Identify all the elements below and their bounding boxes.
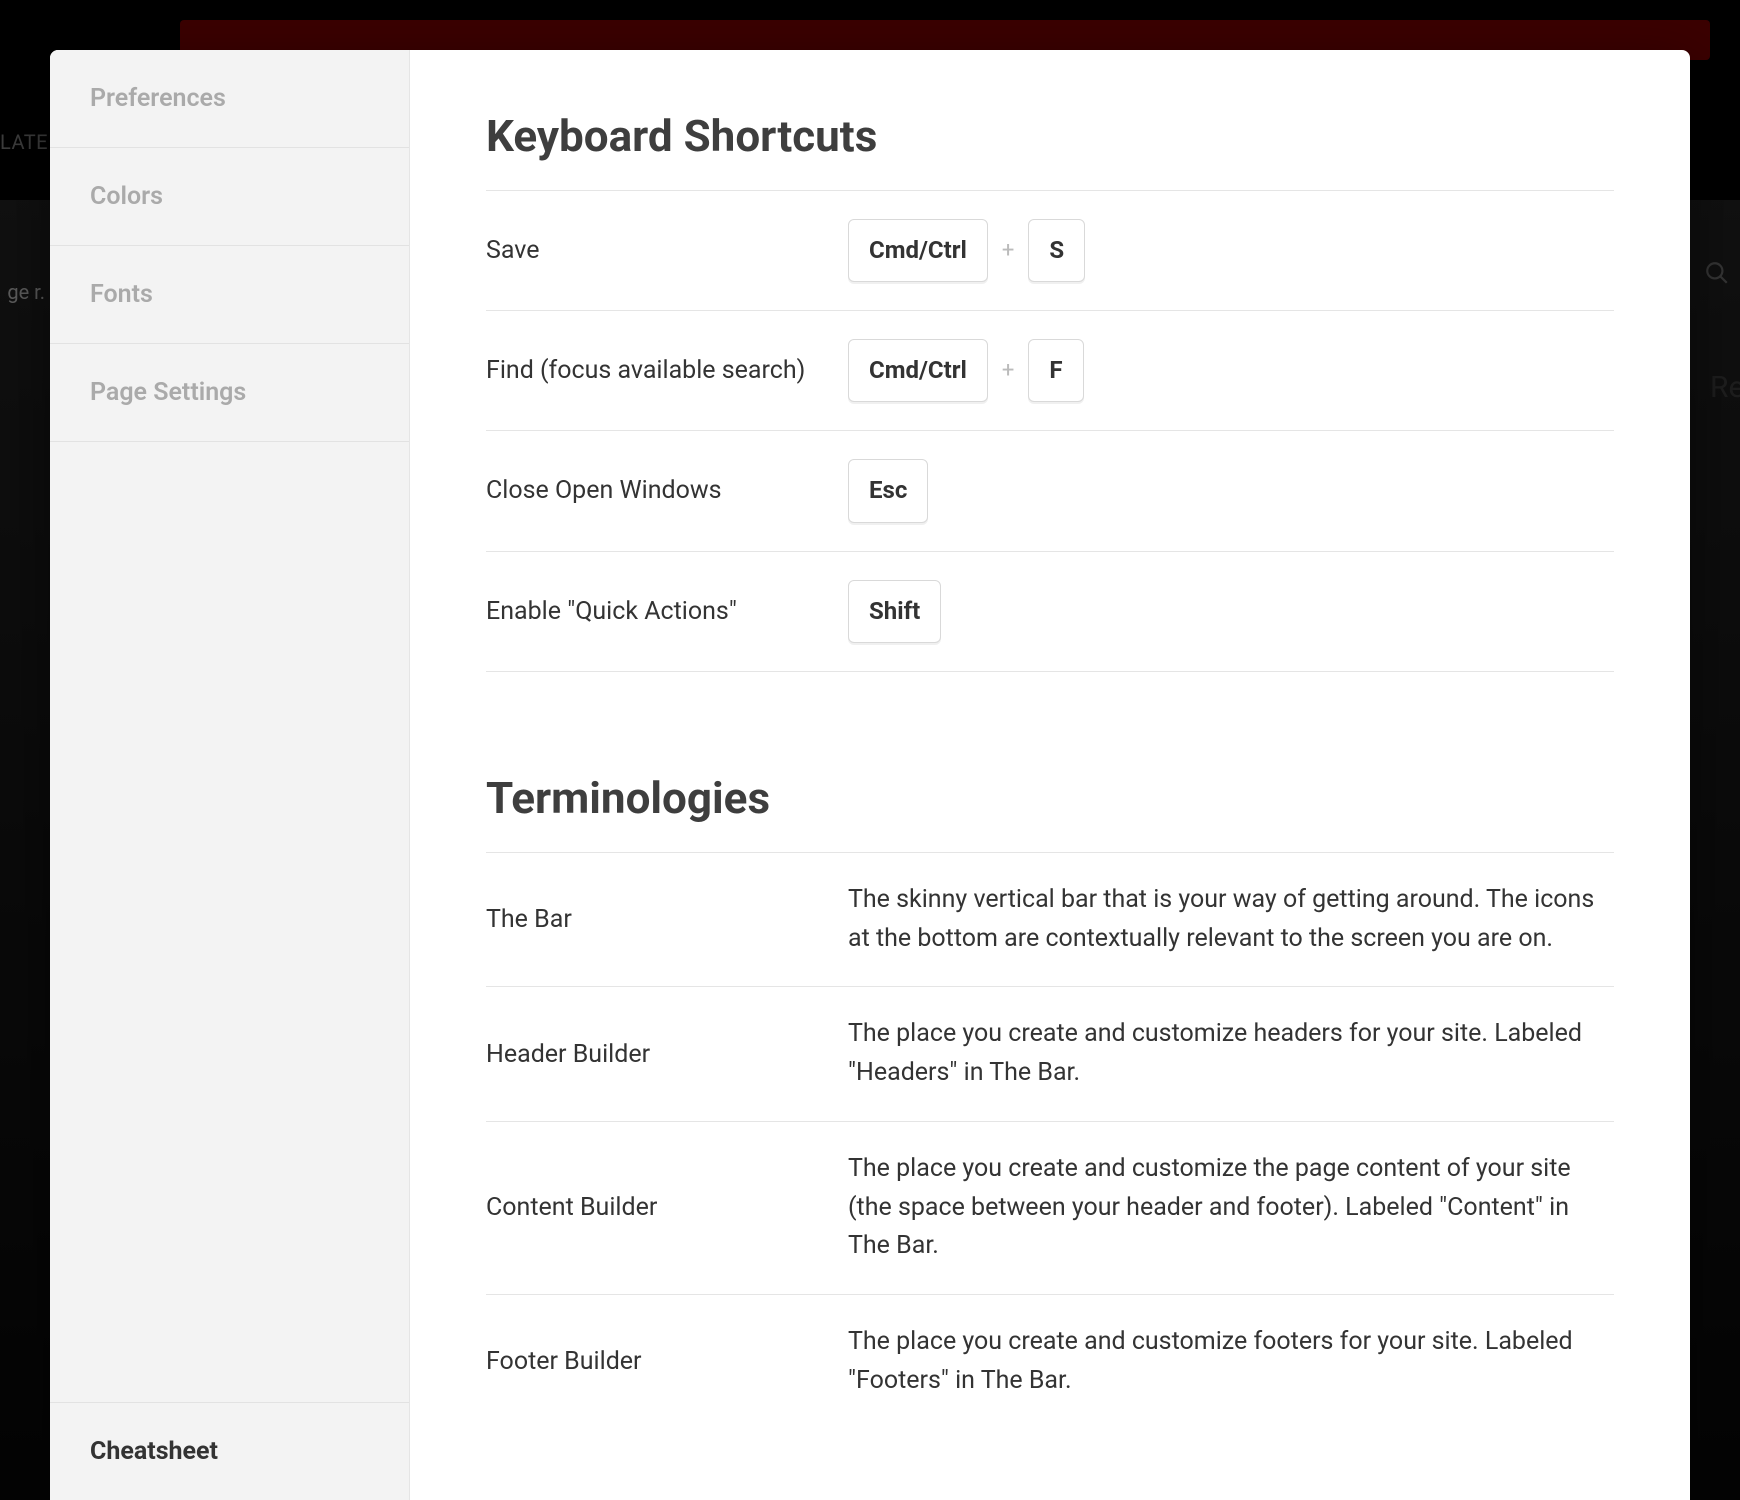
settings-modal: Preferences Colors Fonts Page Settings C… — [50, 50, 1690, 1500]
term-desc: The skinny vertical bar that is your way… — [848, 881, 1614, 959]
key: Cmd/Ctrl — [848, 219, 988, 282]
sidebar-item-label: Page Settings — [90, 378, 246, 407]
shortcut-keys: Cmd/Ctrl + S — [848, 219, 1614, 282]
shortcut-label: Save — [486, 236, 848, 265]
key-joiner: + — [1002, 354, 1014, 388]
shortcut-row-close: Close Open Windows Esc — [486, 431, 1614, 551]
shortcut-label: Close Open Windows — [486, 476, 848, 505]
shortcut-row-quick-actions: Enable "Quick Actions" Shift — [486, 552, 1614, 672]
key: F — [1028, 339, 1083, 402]
sidebar: Preferences Colors Fonts Page Settings C… — [50, 50, 410, 1500]
sidebar-item-label: Preferences — [90, 84, 226, 113]
shortcut-label: Enable "Quick Actions" — [486, 597, 848, 626]
shortcut-row-find: Find (focus available search) Cmd/Ctrl +… — [486, 311, 1614, 431]
term-row-content-builder: Content Builder The place you create and… — [486, 1122, 1614, 1295]
sidebar-item-label: Fonts — [90, 280, 153, 309]
term-desc: The place you create and customize foote… — [848, 1323, 1614, 1401]
term-label: Content Builder — [486, 1193, 848, 1222]
shortcut-label: Find (focus available search) — [486, 356, 848, 385]
sidebar-item-colors[interactable]: Colors — [50, 148, 409, 246]
shortcut-keys: Shift — [848, 580, 1614, 643]
term-row-the-bar: The Bar The skinny vertical bar that is … — [486, 853, 1614, 988]
term-desc: The place you create and customize the p… — [848, 1150, 1614, 1266]
term-row-header-builder: Header Builder The place you create and … — [486, 987, 1614, 1122]
section-title-shortcuts: Keyboard Shortcuts — [486, 110, 1614, 162]
sidebar-item-page-settings[interactable]: Page Settings — [50, 344, 409, 442]
sidebar-item-cheatsheet[interactable]: Cheatsheet — [50, 1402, 409, 1500]
term-desc: The place you create and customize heade… — [848, 1015, 1614, 1093]
sidebar-item-label: Colors — [90, 182, 163, 211]
sidebar-item-fonts[interactable]: Fonts — [50, 246, 409, 344]
sidebar-item-label: Cheatsheet — [90, 1437, 218, 1466]
key: Cmd/Ctrl — [848, 339, 988, 402]
content-area: Keyboard Shortcuts Save Cmd/Ctrl + S Fin… — [410, 50, 1690, 1500]
shortcut-row-save: Save Cmd/Ctrl + S — [486, 191, 1614, 311]
key-joiner: + — [1002, 234, 1014, 268]
shortcut-keys: Esc — [848, 459, 1614, 522]
sidebar-items: Preferences Colors Fonts Page Settings — [50, 50, 409, 442]
term-row-footer-builder: Footer Builder The place you create and … — [486, 1295, 1614, 1429]
section-gap — [486, 672, 1614, 772]
shortcut-keys: Cmd/Ctrl + F — [848, 339, 1614, 402]
key: S — [1028, 219, 1085, 282]
section-title-terminologies: Terminologies — [486, 772, 1614, 824]
term-label: The Bar — [486, 905, 848, 934]
key: Esc — [848, 459, 928, 522]
term-label: Header Builder — [486, 1040, 848, 1069]
sidebar-item-preferences[interactable]: Preferences — [50, 50, 409, 148]
key: Shift — [848, 580, 941, 643]
term-label: Footer Builder — [486, 1347, 848, 1376]
